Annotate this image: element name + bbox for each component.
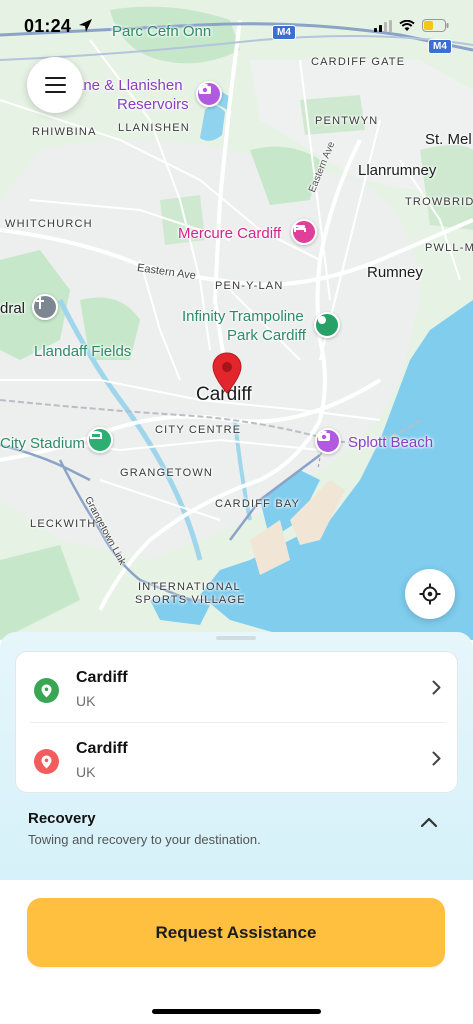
- battery-icon: [422, 19, 449, 32]
- map-pin-icon[interactable]: [212, 352, 242, 394]
- pickup-location-row[interactable]: Cardiff UK: [16, 652, 459, 722]
- bottom-sheet: Cardiff UK Cardiff UK Recovery Towing an…: [0, 632, 473, 880]
- wifi-icon: [399, 19, 415, 31]
- locate-me-button[interactable]: [405, 569, 455, 619]
- map-label-poi: dral: [0, 300, 26, 317]
- map-label-poi: Mercure Cardiff: [178, 225, 282, 242]
- stadium-icon[interactable]: [87, 427, 113, 453]
- chevron-up-icon[interactable]: [418, 812, 440, 834]
- map-label-area: St. Mel: [425, 131, 472, 148]
- map-label-area: TROWBRIDGE: [405, 196, 473, 208]
- map-label-poi: City Stadium: [0, 435, 86, 452]
- attraction-icon[interactable]: [314, 312, 340, 338]
- map-label-area: PEN-Y-LAN: [215, 280, 284, 292]
- home-indicator[interactable]: [152, 1009, 321, 1014]
- location-title: Cardiff: [76, 669, 128, 686]
- menu-button[interactable]: [27, 57, 83, 113]
- hotel-icon[interactable]: [291, 219, 317, 245]
- status-bar: 01:24: [0, 0, 473, 52]
- map-label-poi: Splott Beach: [348, 434, 434, 451]
- map-label-area: CARDIFF GATE: [311, 56, 406, 68]
- map-label-area: SPORTS VILLAGE: [135, 594, 246, 606]
- map-label-area: PWLL-MA: [425, 242, 473, 254]
- map-label-area: LECKWITH: [30, 518, 97, 530]
- status-indicators: [374, 19, 449, 32]
- chevron-right-icon: [432, 751, 441, 766]
- pin-icon: [34, 678, 59, 703]
- map-label-area: PENTWYN: [315, 115, 379, 127]
- signal-icon: [374, 19, 392, 32]
- chevron-right-icon: [432, 680, 441, 695]
- camera-icon[interactable]: [315, 428, 341, 454]
- map-label-area: RHIWBINA: [32, 126, 97, 138]
- location-title: Cardiff: [76, 740, 128, 757]
- map-label-poi: Park Cardiff: [227, 327, 306, 344]
- map-label-area: LLANISHEN: [118, 122, 190, 134]
- location-subtitle: UK: [76, 693, 96, 709]
- service-title: Recovery: [28, 810, 96, 827]
- map-label-poi: Infinity Trampoline: [182, 308, 304, 325]
- map-label-park: Llandaff Fields: [34, 343, 132, 360]
- sheet-grabber[interactable]: [216, 636, 256, 640]
- camera-icon[interactable]: [196, 81, 222, 107]
- location-subtitle: UK: [76, 764, 96, 780]
- destination-location-row[interactable]: Cardiff UK: [30, 722, 445, 792]
- map-label-area: INTERNATIONAL: [138, 581, 241, 593]
- locations-card: Cardiff UK Cardiff UK: [15, 651, 458, 793]
- location-arrow-icon: [79, 19, 92, 32]
- map-label-area: WHITCHURCH: [5, 218, 93, 230]
- map-label-area: Rumney: [367, 264, 423, 281]
- request-assistance-button[interactable]: Request Assistance: [27, 898, 445, 967]
- map-label-poi: ane & Llanishen: [75, 77, 183, 94]
- map-label-area: CARDIFF BAY: [215, 498, 301, 510]
- service-description: Towing and recovery to your destination.: [28, 832, 261, 847]
- hamburger-icon: [44, 77, 66, 79]
- hamburger-icon-line: [44, 91, 66, 93]
- church-icon[interactable]: [32, 294, 58, 320]
- status-time: 01:24: [24, 16, 72, 36]
- hamburger-icon-line: [44, 84, 66, 86]
- map-label-area: Llanrumney: [358, 162, 437, 179]
- crosshair-icon: [419, 583, 441, 605]
- map-label-area: CITY CENTRE: [155, 424, 242, 436]
- map-label-poi: Reservoirs: [117, 96, 189, 113]
- pin-icon: [34, 749, 59, 774]
- map-label-area: GRANGETOWN: [120, 467, 214, 479]
